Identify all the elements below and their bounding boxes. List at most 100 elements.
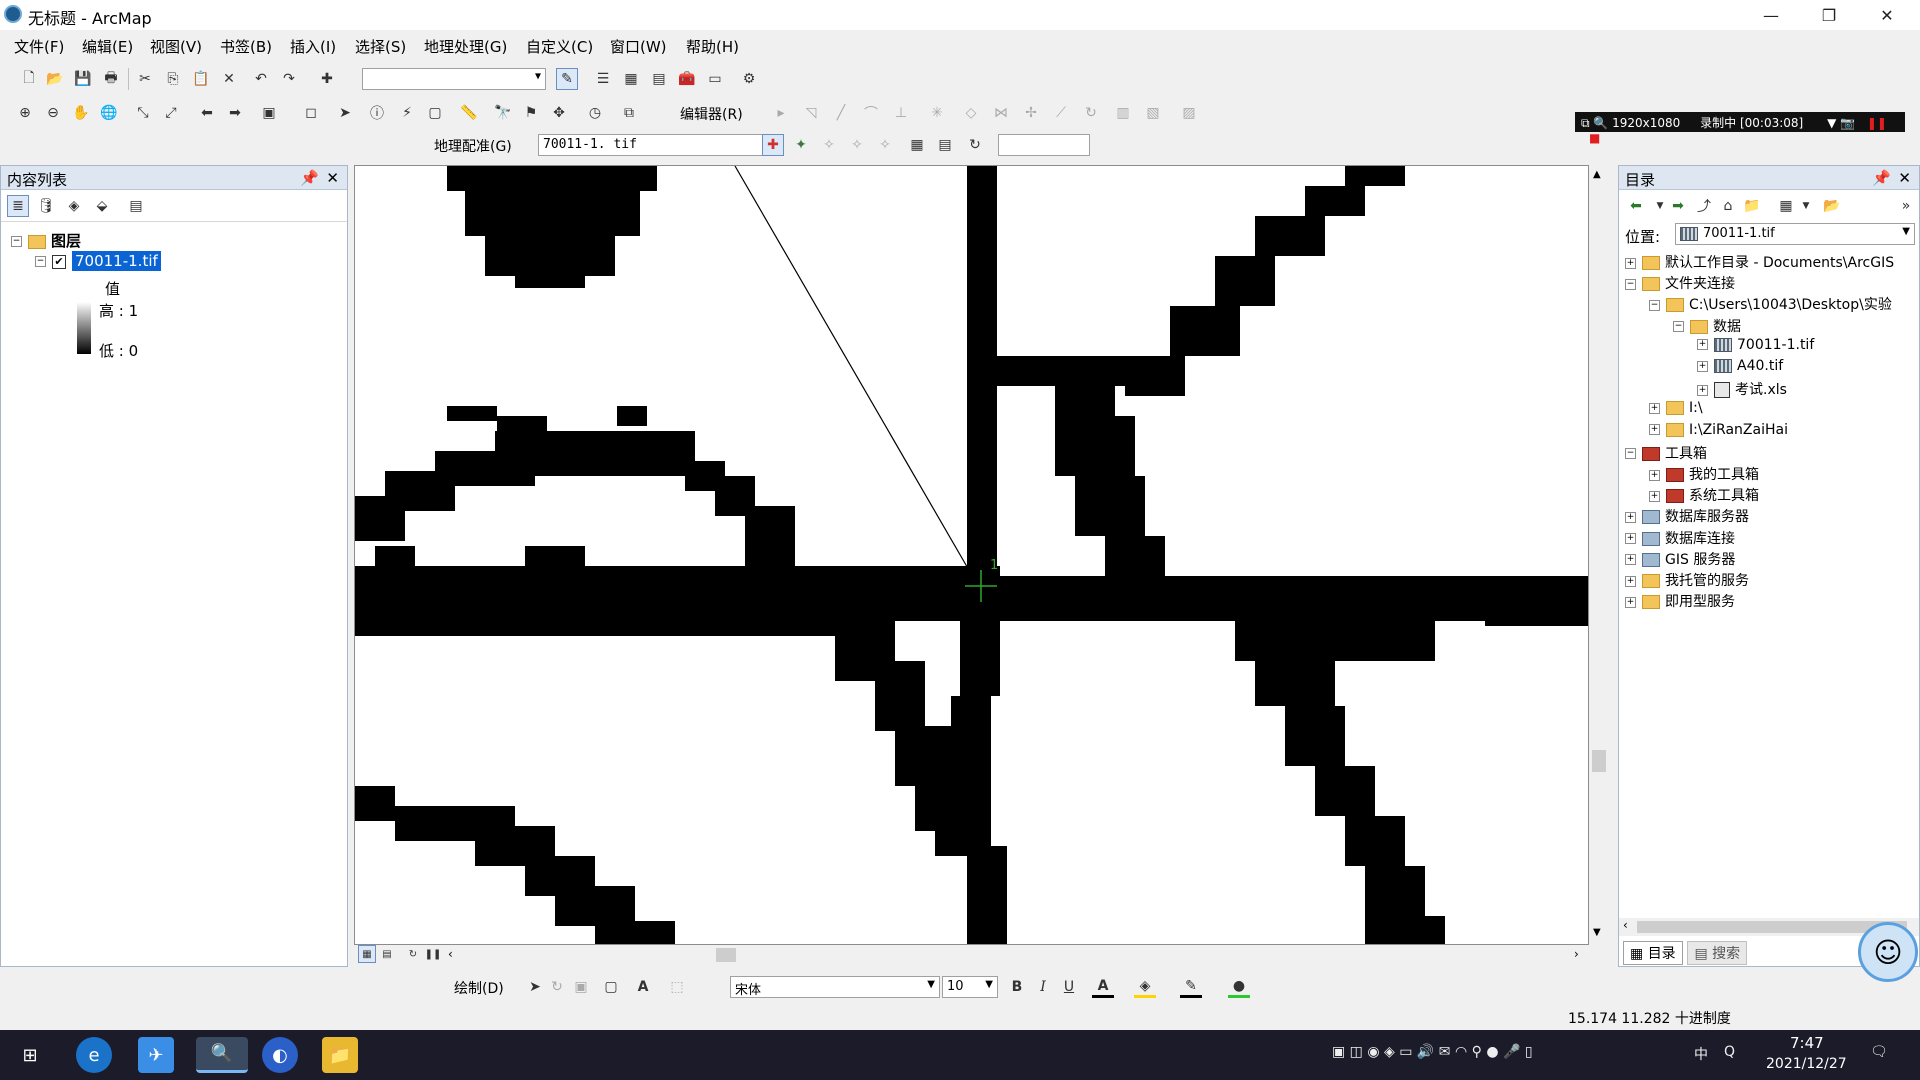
menu-selection[interactable]: 选择(S) [355,36,406,57]
rotate-icon[interactable]: ↻ [1080,102,1102,124]
add-data-icon[interactable]: ✚ [316,68,338,90]
file-explorer-icon[interactable]: 📁 [322,1037,358,1073]
go-to-xy-icon[interactable]: ✥ [548,102,570,124]
messenger-icon[interactable]: ✈ [138,1037,174,1073]
font-color-icon[interactable]: A [1092,976,1114,998]
clock-date[interactable]: 2021/12/27 [1766,1056,1847,1072]
cut-polygons-icon[interactable]: ✢ [1020,102,1042,124]
select-elements-icon[interactable]: ➤ [334,102,356,124]
open-icon[interactable]: 📂 [44,68,66,90]
back-extent-icon[interactable]: ⬅ [196,102,218,124]
expand-icon[interactable]: + [1649,490,1660,502]
minimize-button[interactable]: — [1742,0,1800,30]
notification-icon[interactable]: 🗨 [1870,1044,1888,1060]
expand-icon[interactable]: + [1649,402,1660,414]
tab-catalog[interactable]: ▦ 目录 [1623,941,1683,965]
sketch-properties-icon[interactable]: ▧ [1142,102,1164,124]
tray-network-icon[interactable]: ▣ ◫ ◉ ◈ ▭ 🔊 ✉ ◠ ⚲ ● 🎤 ▯ [1332,1044,1533,1060]
expand-icon[interactable]: + [1625,511,1636,523]
menu-windows[interactable]: 窗口(W) [610,36,667,57]
hscroll-thumb[interactable] [716,948,736,962]
catalog-tree-item[interactable]: + 我托管的服务 [1625,570,1749,590]
home-icon[interactable]: ⌂ [1717,195,1739,217]
expand-icon[interactable]: + [1625,257,1636,269]
stop-icon[interactable]: ■ [1589,131,1600,145]
font-size-combo[interactable]: 10 ▼ [942,976,998,998]
catalog-tree-item[interactable]: − 文件夹连接 [1625,273,1735,293]
editor-menu[interactable]: 编辑器(R) [680,104,743,124]
arctoolbox-icon[interactable]: 🧰 [676,68,698,90]
expand-icon[interactable]: + [1649,469,1660,481]
print-icon[interactable]: 🖶 [100,68,122,90]
pin-icon[interactable]: 📌 [300,169,319,187]
connect-folder-icon[interactable]: 📁 [1741,195,1763,217]
connect-to-folder-icon[interactable]: 📂 [1821,195,1843,217]
collapse-icon[interactable]: − [1625,448,1636,460]
fill-color-icon[interactable]: ◈ [1134,976,1156,998]
close-icon[interactable]: ✕ [1898,169,1911,187]
cut-icon[interactable]: ✂ [134,68,156,90]
menu-view[interactable]: 视图(V) [150,36,202,57]
hyperlink-icon[interactable]: ⚡ [396,102,418,124]
undo-icon[interactable]: ↶ [250,68,272,90]
forward-extent-icon[interactable]: ➡ [224,102,246,124]
expand-icon[interactable]: + [1697,384,1708,396]
editor-toolbar-icon[interactable]: ✎ [556,68,578,90]
up-one-level-icon[interactable]: ⤴ [1693,195,1715,217]
zoom-in-icon[interactable]: ⊕ [14,102,36,124]
edit-tool-icon[interactable]: ▸ [770,102,792,124]
text-icon[interactable]: A [632,976,654,998]
map-view[interactable]: 1 [354,165,1589,945]
catalog-tree-item[interactable]: + 系统工具箱 [1649,485,1759,505]
avatar[interactable]: ☺ [1858,922,1918,982]
clock-time[interactable]: 7:47 [1790,1034,1824,1052]
create-features-icon[interactable]: ▨ [1178,102,1200,124]
catalog-tree-item[interactable]: + 数据库服务器 [1625,506,1749,526]
menu-bookmarks[interactable]: 书签(B) [220,36,272,57]
edit-annotation-icon[interactable]: ◹ [800,102,822,124]
select-elements-icon[interactable]: ➤ [524,976,546,998]
catalog-tree-item[interactable]: + 数据库连接 [1625,528,1735,548]
catalog-tree-item[interactable]: +70011-1.tif [1697,337,1814,353]
full-extent-icon[interactable]: 🌐 [98,102,120,124]
scroll-right-icon[interactable]: › [1574,947,1579,961]
collapse-icon[interactable]: − [1673,321,1684,333]
map-scale-combo[interactable]: ▼ [362,68,546,90]
catalog-tree-item[interactable]: + I:\ [1649,400,1703,416]
views-icon[interactable]: ▦ [1775,195,1797,217]
catalog-tree-item[interactable]: − 数据 [1673,316,1741,336]
copy-icon[interactable]: ⎘ [162,68,184,90]
restore-button[interactable]: ❐ [1800,0,1858,30]
fixed-zoom-out-icon[interactable]: ⤢ [160,102,182,124]
python-window-icon[interactable]: ▭ [704,68,726,90]
layer-row[interactable]: − ✔ 70011-1.tif [35,251,161,271]
tab-search[interactable]: ▤ 搜索 [1687,941,1748,965]
list-by-drawing-order-icon[interactable]: ≣ [7,195,29,217]
georeference-layer-combo[interactable]: 70011-1. tif▼ [538,134,778,156]
auto-registration-icon[interactable]: ✦ [790,134,812,156]
measure-icon[interactable]: 📏 [458,102,480,124]
scroll-up-icon[interactable]: ▲ [1593,169,1601,180]
expand-icon[interactable]: + [1625,575,1636,587]
menu-customize[interactable]: 自定义(C) [526,36,593,57]
collapse-icon[interactable]: − [1625,278,1636,290]
underline-button[interactable]: U [1058,976,1080,998]
catalog-tree-item[interactable]: + 默认工作目录 - Documents\ArcGIS [1625,252,1894,272]
add-control-points-icon[interactable]: ✚ [762,134,784,156]
point-icon[interactable]: ✳ [926,102,948,124]
identify-icon[interactable]: ⓘ [366,102,388,124]
expand-icon[interactable]: + [1697,339,1708,351]
viewer-icon[interactable]: ▤ [934,134,956,156]
chevron-down-icon[interactable]: ▼ [1795,195,1817,217]
endpoint-arc-icon[interactable]: ⌒ [860,102,882,124]
line-color-icon[interactable]: ✎ [1180,976,1202,998]
collapse-icon[interactable]: − [35,256,46,267]
layer-name[interactable]: 70011-1.tif [72,251,161,271]
expand-icon[interactable]: + [1625,533,1636,545]
catalog-tree-item[interactable]: + 考试.xls [1697,379,1787,399]
marker-color-icon[interactable]: ● [1228,976,1250,998]
rectangle-icon[interactable]: ▢ [600,976,622,998]
browser-icon[interactable]: e [76,1037,112,1073]
options-icon[interactable]: ▤ [125,195,147,217]
qq-icon[interactable]: Q [1724,1044,1735,1060]
